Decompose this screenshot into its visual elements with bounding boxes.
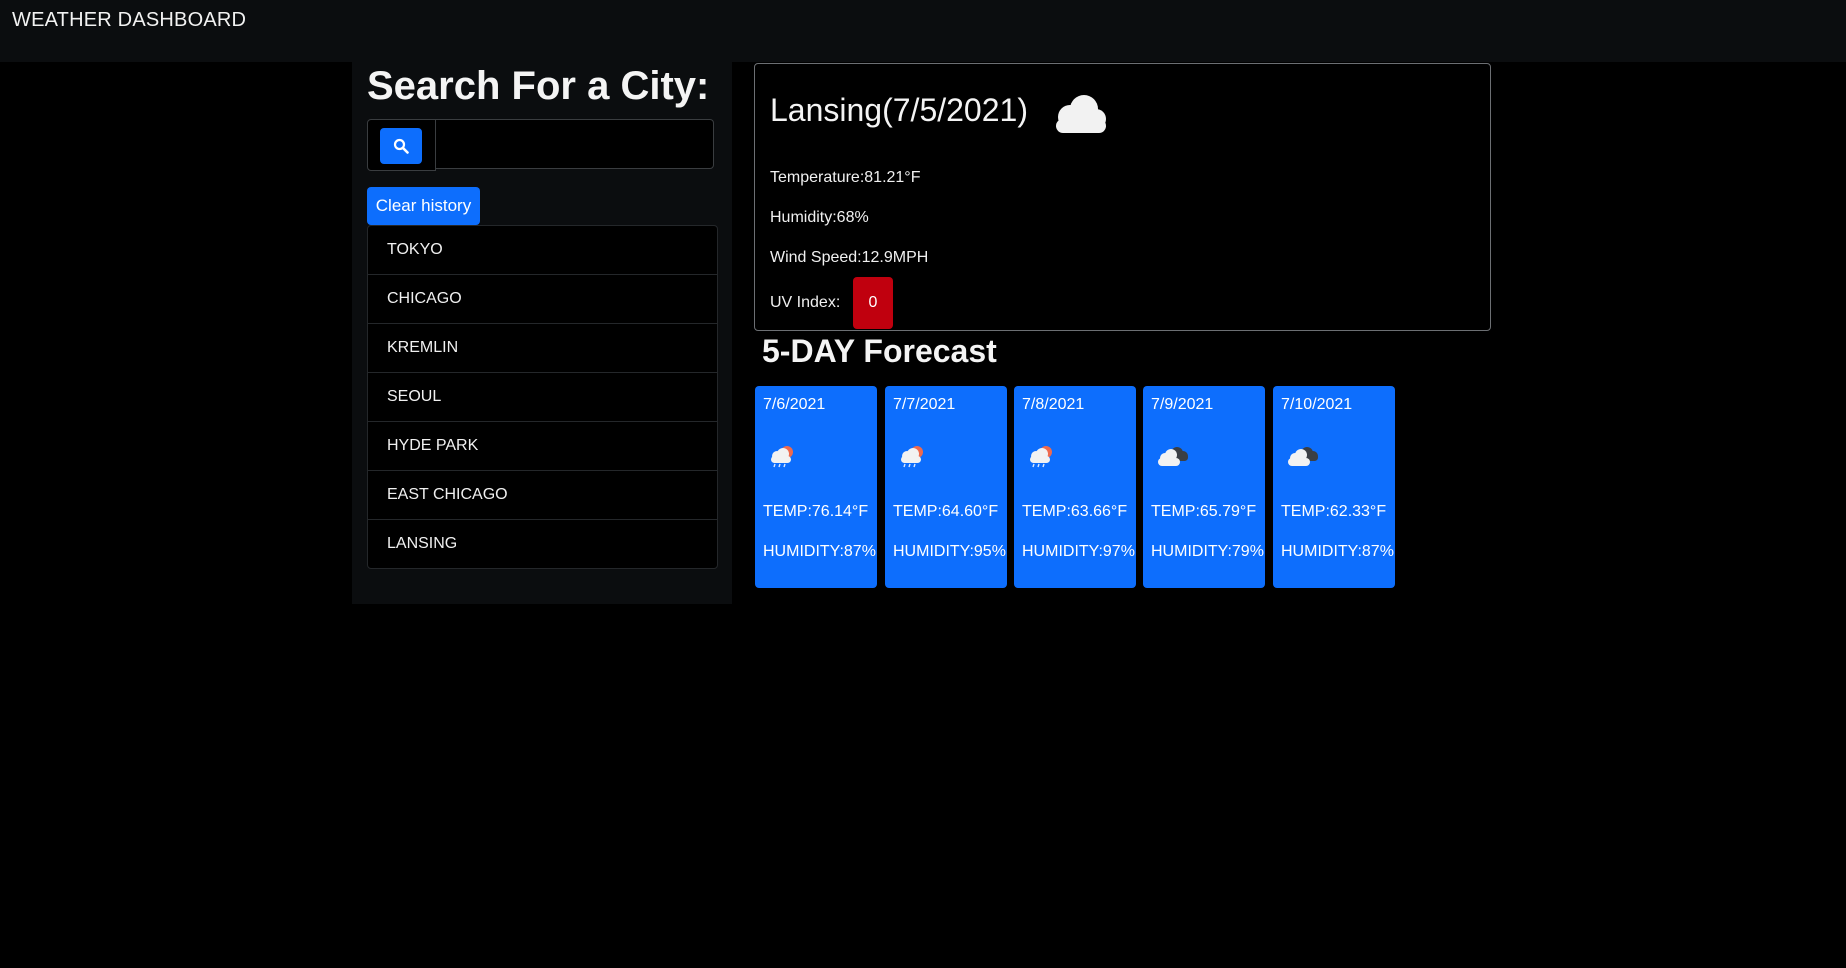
history-item[interactable]: KREMLIN xyxy=(368,324,717,373)
broken-clouds-icon xyxy=(1288,447,1318,466)
forecast-humidity: HUMIDITY:87% xyxy=(763,543,876,560)
forecast-humidity: HUMIDITY:79% xyxy=(1151,543,1264,560)
forecast-card: 7/10/2021 TEMP:62.33°F HUMIDITY:87% xyxy=(1273,386,1395,588)
forecast-date: 7/8/2021 xyxy=(1022,396,1085,413)
search-icon xyxy=(393,138,409,154)
forecast-card: 7/9/2021 TEMP:65.79°F HUMIDITY:79% xyxy=(1143,386,1265,588)
forecast-date: 7/6/2021 xyxy=(763,396,826,413)
forecast-temp: TEMP:64.60°F xyxy=(893,503,999,520)
history-item[interactable]: LANSING xyxy=(368,520,717,568)
rain-sun-cloud-icon xyxy=(771,446,793,468)
temperature-value: Temperature:81.21°F xyxy=(770,169,921,186)
search-history-list: TOKYO CHICAGO KREMLIN SEOUL HYDE PARK EA… xyxy=(367,225,718,569)
uv-index-label: UV Index: xyxy=(770,294,841,311)
forecast-humidity: HUMIDITY:95% xyxy=(893,543,1006,560)
forecast-card: 7/6/2021 TEMP:76.14°F HUMIDITY:87% xyxy=(755,386,877,588)
forecast-date: 7/7/2021 xyxy=(893,396,956,413)
broken-clouds-icon xyxy=(1158,447,1188,466)
forecast-temp: TEMP:76.14°F xyxy=(763,503,869,520)
rain-sun-cloud-icon xyxy=(901,446,923,468)
forecast-humidity: HUMIDITY:87% xyxy=(1281,543,1394,560)
wind-speed-value: Wind Speed:12.9MPH xyxy=(770,249,929,266)
history-item[interactable]: HYDE PARK xyxy=(368,422,717,471)
forecast-card: 7/8/2021 TEMP:63.66°F HUMIDITY:97% xyxy=(1014,386,1136,588)
current-city-title: Lansing(7/5/2021) xyxy=(770,92,1028,128)
brand-title: WEATHER DASHBOARD xyxy=(12,9,247,31)
forecast-humidity: HUMIDITY:97% xyxy=(1022,543,1135,560)
search-button[interactable] xyxy=(380,128,422,164)
history-item[interactable]: CHICAGO xyxy=(368,275,717,324)
forecast-temp: TEMP:65.79°F xyxy=(1151,503,1257,520)
history-item[interactable]: SEOUL xyxy=(368,373,717,422)
history-item[interactable]: EAST CHICAGO xyxy=(368,471,717,520)
navbar: WEATHER DASHBOARD xyxy=(0,0,1846,62)
rain-sun-cloud-icon xyxy=(1030,446,1052,468)
search-group xyxy=(367,119,716,171)
clear-history-button[interactable]: Clear history xyxy=(367,187,480,225)
humidity-value: Humidity:68% xyxy=(770,209,869,226)
city-search-input[interactable] xyxy=(435,119,714,169)
history-item[interactable]: TOKYO xyxy=(368,226,717,275)
uv-index-badge: 0 xyxy=(853,277,893,329)
forecast-date: 7/9/2021 xyxy=(1151,396,1214,413)
current-weather-card: Lansing(7/5/2021) Temperature:81.21°F Hu… xyxy=(754,63,1491,331)
forecast-title: 5-DAY Forecast xyxy=(762,333,997,369)
cloud-icon xyxy=(1056,95,1106,133)
search-button-wrapper xyxy=(367,119,436,171)
forecast-temp: TEMP:63.66°F xyxy=(1022,503,1128,520)
forecast-date: 7/10/2021 xyxy=(1281,396,1353,413)
search-title: Search For a City: xyxy=(367,64,710,108)
forecast-card: 7/7/2021 TEMP:64.60°F HUMIDITY:95% xyxy=(885,386,1007,588)
forecast-temp: TEMP:62.33°F xyxy=(1281,503,1387,520)
